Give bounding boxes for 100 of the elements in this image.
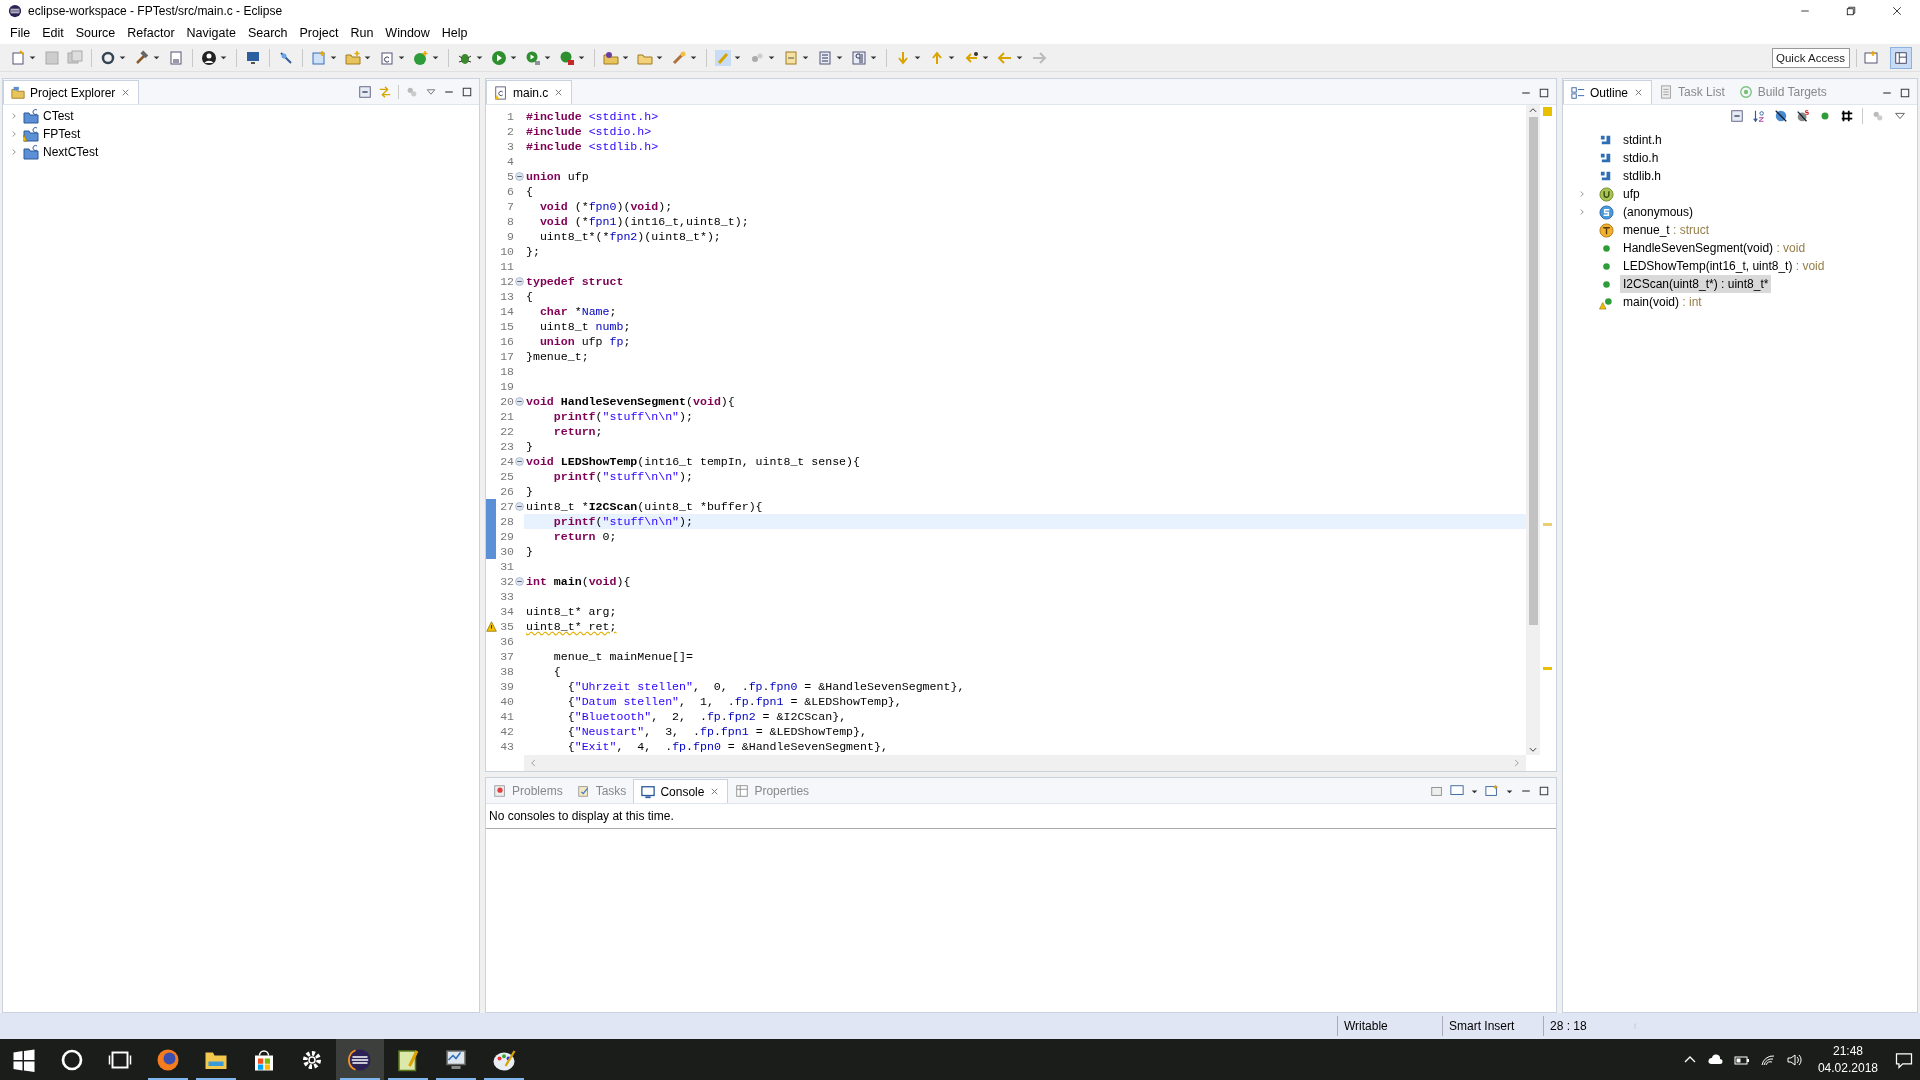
quick-access-field[interactable]: Quick Access: [1772, 47, 1850, 68]
panel-tab[interactable]: Build Targets: [1731, 80, 1834, 104]
scroll-down-icon[interactable]: [1528, 745, 1538, 755]
hammer-icon[interactable]: [134, 49, 150, 66]
fold-icon[interactable]: [514, 457, 524, 466]
caret-icon[interactable]: [801, 53, 810, 62]
outline-item[interactable]: ufp: [1620, 185, 1643, 203]
outline-item[interactable]: I2CScan(uint8_t*) : uint8_t*: [1620, 275, 1772, 293]
menu-item[interactable]: File: [4, 23, 37, 43]
hide-static-icon[interactable]: [1796, 109, 1810, 123]
line-number: 1: [506, 108, 514, 125]
fold-icon[interactable]: [514, 502, 524, 511]
menu-item[interactable]: Edit: [36, 23, 70, 43]
caret-icon[interactable]: [431, 53, 440, 62]
open-console-icon[interactable]: [1485, 784, 1499, 798]
fold-icon[interactable]: [514, 397, 524, 406]
new-source-file-icon[interactable]: [379, 49, 395, 66]
outline-item[interactable]: main(void) : int: [1620, 293, 1705, 311]
outline-item[interactable]: stdlib.h: [1620, 167, 1665, 185]
caret-icon[interactable]: [947, 53, 956, 62]
view-menu-icon[interactable]: [425, 86, 437, 98]
maximize-icon[interactable]: [1538, 785, 1550, 797]
caret-icon[interactable]: [152, 53, 161, 62]
menu-item[interactable]: Window: [379, 23, 436, 43]
panel-tab[interactable]: Outline: [1563, 80, 1653, 104]
fold-icon[interactable]: [514, 277, 524, 286]
caret-icon[interactable]: [869, 53, 878, 62]
caret-icon[interactable]: [767, 53, 776, 62]
outline-item[interactable]: stdint.h: [1620, 131, 1665, 149]
scrollbar-thumb[interactable]: [1528, 117, 1538, 625]
caret-icon[interactable]: [689, 53, 698, 62]
pilcrow-icon[interactable]: [851, 49, 867, 66]
hide-macros-icon[interactable]: [1840, 109, 1854, 123]
caret-icon[interactable]: [509, 53, 518, 62]
sort-icon[interactable]: [1752, 109, 1766, 123]
person-icon[interactable]: [201, 49, 217, 66]
caret-icon[interactable]: [118, 53, 127, 62]
menu-item[interactable]: Search: [241, 23, 294, 43]
menu-item[interactable]: Run: [344, 23, 380, 43]
caret-icon[interactable]: [577, 53, 586, 62]
tree-item[interactable]: CTest: [3, 107, 479, 125]
code-line: uint8_t *I2CScan(uint8_t *buffer){: [525, 499, 764, 514]
pin-console-icon[interactable]: [1430, 784, 1444, 798]
outline-item[interactable]: (anonymous): [1620, 203, 1697, 221]
monitor-icon[interactable]: [245, 49, 261, 66]
caret-icon[interactable]: [329, 53, 338, 62]
vertical-scrollbar[interactable]: [1526, 105, 1540, 755]
menu-item[interactable]: Navigate: [180, 23, 242, 43]
caret-icon[interactable]: [1015, 53, 1024, 62]
caret-icon[interactable]: [28, 53, 37, 62]
menu-item[interactable]: Project: [293, 23, 345, 43]
code-line: printf("stuff\n\n");: [552, 469, 694, 484]
run-config-icon[interactable]: [525, 49, 541, 66]
outline-item[interactable]: menue_t : struct: [1620, 221, 1713, 239]
caret-icon[interactable]: [363, 53, 372, 62]
binary-file-icon[interactable]: [168, 49, 184, 66]
maximize-icon[interactable]: [1899, 87, 1911, 99]
fold-icon[interactable]: [514, 172, 524, 181]
caret-icon[interactable]: [543, 53, 552, 62]
tree-item[interactable]: FPTest: [3, 125, 479, 143]
outline-item[interactable]: HandleSevenSegment(void) : void: [1620, 239, 1809, 257]
c-perspective-button[interactable]: [1890, 46, 1912, 69]
code-line: char *Name;: [538, 304, 618, 319]
speaker-icon[interactable]: [1785, 1051, 1802, 1068]
maximize-icon[interactable]: [461, 86, 473, 98]
caret-icon[interactable]: [219, 53, 228, 62]
menu-item[interactable]: Source: [69, 23, 122, 43]
panel-tab[interactable]: main.c: [486, 80, 573, 104]
fold-icon[interactable]: [514, 577, 524, 586]
monitor-chart-icon: [444, 1047, 468, 1072]
external-tools-icon[interactable]: [559, 49, 575, 66]
hide-fields-icon[interactable]: [1774, 109, 1788, 123]
outline-item[interactable]: stdio.h: [1620, 149, 1662, 167]
caret-icon[interactable]: [475, 53, 484, 62]
collapse-all-icon[interactable]: [1730, 109, 1744, 123]
panel-tab[interactable]: Project Explorer: [3, 80, 140, 104]
caret-icon[interactable]: [733, 53, 742, 62]
run-icon[interactable]: [491, 49, 507, 66]
menu-item[interactable]: Help: [435, 23, 474, 43]
torch-icon[interactable]: [671, 49, 687, 66]
caret-icon[interactable]: [913, 53, 922, 62]
menu-item[interactable]: Refactor: [121, 23, 181, 43]
caret-icon[interactable]: [835, 53, 844, 62]
maximize-icon[interactable]: [1538, 87, 1550, 99]
tree-item[interactable]: NextCTest: [3, 143, 479, 161]
caret-icon[interactable]: [397, 53, 406, 62]
clock[interactable]: 21:48 04.02.2018: [1811, 1042, 1884, 1077]
scroll-up-icon[interactable]: [1528, 105, 1538, 115]
outline-item[interactable]: LEDShowTemp(int16_t, uint8_t) : void: [1620, 257, 1828, 275]
display-console-icon[interactable]: [1450, 784, 1464, 798]
properties-icon: [735, 784, 750, 798]
open-type-icon[interactable]: [603, 49, 619, 66]
line-number: 35: [499, 618, 514, 635]
caret-icon[interactable]: [621, 53, 630, 62]
pin-icon[interactable]: [278, 49, 294, 66]
panel-tab[interactable]: Console: [633, 779, 729, 803]
caret-icon[interactable]: [981, 53, 990, 62]
caret-icon[interactable]: [655, 53, 664, 62]
collapse-all-icon[interactable]: [358, 85, 372, 99]
eclipse-button[interactable]: [336, 1039, 384, 1080]
